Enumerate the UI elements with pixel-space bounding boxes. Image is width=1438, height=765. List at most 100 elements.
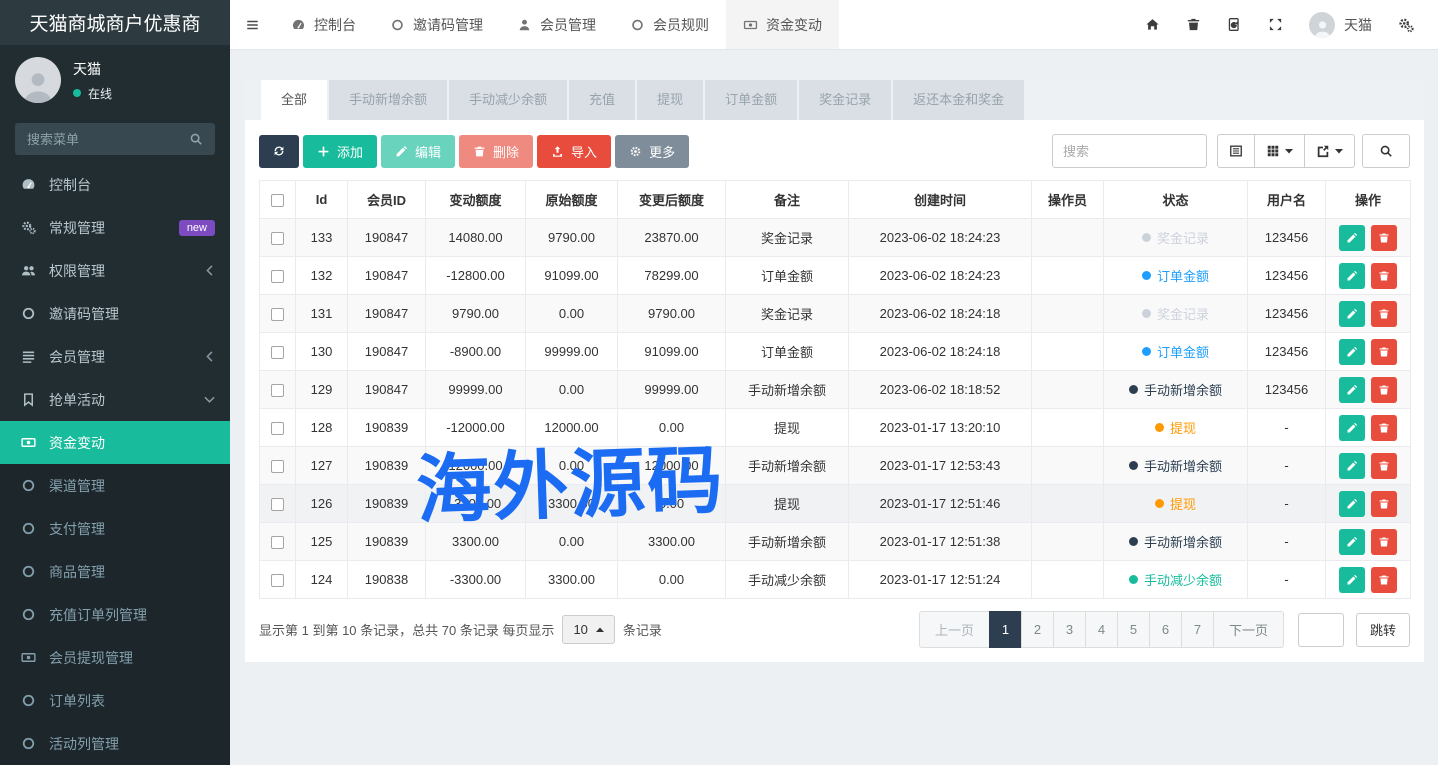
topnav-item-资金变动[interactable]: 资金变动: [726, 0, 839, 49]
delete-row-button[interactable]: [1371, 301, 1397, 327]
topnav-user[interactable]: 天猫: [1296, 12, 1385, 38]
fullscreen-icon[interactable]: [1255, 0, 1296, 50]
row-checkbox[interactable]: [271, 384, 284, 397]
page-size-select[interactable]: 10: [562, 615, 614, 644]
edit-row-button[interactable]: [1339, 567, 1365, 593]
topnav-item-控制台[interactable]: 控制台: [274, 0, 373, 49]
header-cell-用户名[interactable]: 用户名: [1248, 181, 1326, 219]
sidebar-item-抢单活动[interactable]: 抢单活动: [0, 378, 230, 421]
tab-手动减少余额[interactable]: 手动减少余额: [449, 80, 567, 120]
page-jump-input[interactable]: [1298, 613, 1344, 647]
row-checkbox[interactable]: [271, 232, 284, 245]
delete-row-button[interactable]: [1371, 377, 1397, 403]
row-checkbox[interactable]: [271, 346, 284, 359]
gears-icon[interactable]: [1385, 0, 1426, 50]
edit-row-button[interactable]: [1339, 263, 1365, 289]
row-checkbox[interactable]: [271, 308, 284, 321]
page-button-5[interactable]: 5: [1117, 611, 1150, 648]
row-checkbox[interactable]: [271, 460, 284, 473]
page-button-2[interactable]: 2: [1021, 611, 1054, 648]
edit-row-button[interactable]: [1339, 415, 1365, 441]
tab-手动新增余额[interactable]: 手动新增余额: [329, 80, 447, 120]
tab-充值[interactable]: 充值: [569, 80, 635, 120]
clear-cache-icon[interactable]: [1214, 0, 1255, 50]
edit-row-button[interactable]: [1339, 377, 1365, 403]
tab-订单金额[interactable]: 订单金额: [705, 80, 797, 120]
page-button-7[interactable]: 7: [1181, 611, 1214, 648]
sidebar-item-控制台[interactable]: 控制台: [0, 163, 230, 206]
header-cell-状态[interactable]: 状态: [1104, 181, 1248, 219]
sidebar-item-常规管理[interactable]: 常规管理new: [0, 206, 230, 249]
table-search-input[interactable]: [1052, 134, 1207, 168]
select-all-checkbox[interactable]: [271, 194, 284, 207]
sidebar-item-会员提现管理[interactable]: 会员提现管理: [0, 636, 230, 679]
delete-row-button[interactable]: [1371, 263, 1397, 289]
header-cell-Id[interactable]: Id: [296, 181, 348, 219]
tab-奖金记录[interactable]: 奖金记录: [799, 80, 891, 120]
import-button[interactable]: 导入: [537, 135, 611, 168]
header-cell-变更后额度[interactable]: 变更后额度: [618, 181, 726, 219]
header-cell-原始额度[interactable]: 原始额度: [526, 181, 618, 219]
edit-button[interactable]: 编辑: [381, 135, 455, 168]
search-icon[interactable]: [181, 124, 211, 154]
page-button-1[interactable]: 1: [989, 611, 1022, 648]
tab-全部[interactable]: 全部: [261, 80, 327, 120]
sidebar-item-邀请码管理[interactable]: 邀请码管理: [0, 292, 230, 335]
edit-row-button[interactable]: [1339, 301, 1365, 327]
sidebar-item-会员管理[interactable]: 会员管理: [0, 335, 230, 378]
edit-row-button[interactable]: [1339, 491, 1365, 517]
page-button-6[interactable]: 6: [1149, 611, 1182, 648]
more-button[interactable]: 更多: [615, 135, 689, 168]
delete-row-button[interactable]: [1371, 415, 1397, 441]
row-checkbox[interactable]: [271, 498, 284, 511]
delete-row-button[interactable]: [1371, 529, 1397, 555]
edit-row-button[interactable]: [1339, 339, 1365, 365]
add-button[interactable]: 添加: [303, 135, 377, 168]
delete-button[interactable]: 删除: [459, 135, 533, 168]
sidebar-item-权限管理[interactable]: 权限管理: [0, 249, 230, 292]
row-checkbox[interactable]: [271, 270, 284, 283]
tab-提现[interactable]: 提现: [637, 80, 703, 120]
sidebar-item-充值订单列管理[interactable]: 充值订单列管理: [0, 593, 230, 636]
edit-row-button[interactable]: [1339, 453, 1365, 479]
detail-view-button[interactable]: [1217, 134, 1255, 168]
row-checkbox[interactable]: [271, 422, 284, 435]
topnav-item-会员规则[interactable]: 会员规则: [613, 0, 726, 49]
header-cell-变动额度[interactable]: 变动额度: [426, 181, 526, 219]
delete-row-button[interactable]: [1371, 225, 1397, 251]
advanced-search-button[interactable]: [1362, 134, 1410, 168]
page-button-4[interactable]: 4: [1085, 611, 1118, 648]
sidebar-item-活动列管理[interactable]: 活动列管理: [0, 722, 230, 765]
delete-row-button[interactable]: [1371, 339, 1397, 365]
export-button[interactable]: [1304, 134, 1355, 168]
sidebar-item-资金变动[interactable]: 资金变动: [0, 421, 230, 464]
header-cell-备注[interactable]: 备注: [726, 181, 849, 219]
delete-row-button[interactable]: [1371, 453, 1397, 479]
tab-返还本金和奖金[interactable]: 返还本金和奖金: [893, 80, 1024, 120]
prev-page-button[interactable]: 上一页: [919, 611, 990, 648]
refresh-button[interactable]: [259, 135, 299, 168]
edit-row-button[interactable]: [1339, 529, 1365, 555]
delete-row-button[interactable]: [1371, 567, 1397, 593]
row-checkbox[interactable]: [271, 536, 284, 549]
topnav-item-会员管理[interactable]: 会员管理: [500, 0, 613, 49]
header-cell-操作[interactable]: 操作: [1326, 181, 1411, 219]
header-cell-创建时间[interactable]: 创建时间: [849, 181, 1032, 219]
delete-row-button[interactable]: [1371, 491, 1397, 517]
sidebar-item-渠道管理[interactable]: 渠道管理: [0, 464, 230, 507]
header-cell-操作员[interactable]: 操作员: [1032, 181, 1104, 219]
hamburger-icon[interactable]: [230, 0, 274, 49]
edit-row-button[interactable]: [1339, 225, 1365, 251]
trash-icon[interactable]: [1173, 0, 1214, 50]
page-button-3[interactable]: 3: [1053, 611, 1086, 648]
sidebar-search-input[interactable]: [27, 132, 181, 147]
home-icon[interactable]: [1132, 0, 1173, 50]
topnav-item-邀请码管理[interactable]: 邀请码管理: [373, 0, 500, 49]
next-page-button[interactable]: 下一页: [1213, 611, 1284, 648]
sidebar-item-订单列表[interactable]: 订单列表: [0, 679, 230, 722]
header-cell-会员ID[interactable]: 会员ID: [348, 181, 426, 219]
page-jump-button[interactable]: 跳转: [1356, 613, 1410, 647]
sidebar-item-支付管理[interactable]: 支付管理: [0, 507, 230, 550]
row-checkbox[interactable]: [271, 574, 284, 587]
brand-title[interactable]: 天猫商城商户优惠商: [0, 0, 230, 45]
